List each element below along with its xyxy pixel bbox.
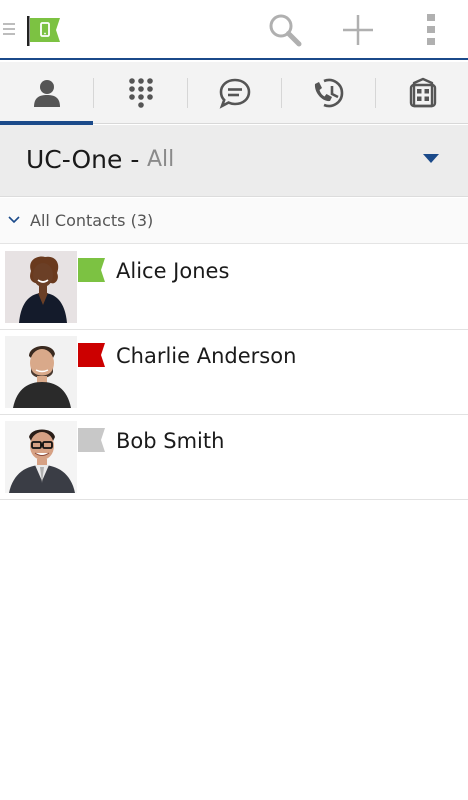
presence-flag-icon xyxy=(78,428,105,452)
contact-row[interactable]: Alice Jones xyxy=(0,245,468,330)
avatar xyxy=(5,336,77,408)
avatar xyxy=(5,421,77,493)
dialpad-icon xyxy=(128,78,153,108)
call-history-icon xyxy=(314,78,343,108)
presence-flag-icon xyxy=(78,343,105,367)
search-icon xyxy=(269,14,302,47)
directory-selector[interactable]: UC-One - All xyxy=(0,125,468,197)
contact-name: Bob Smith xyxy=(116,429,225,453)
tab-bar xyxy=(0,62,468,125)
building-icon xyxy=(409,77,436,108)
group-header[interactable]: All Contacts (3) xyxy=(0,198,468,244)
contact-name: Alice Jones xyxy=(116,259,230,283)
app-logo xyxy=(27,16,60,46)
add-contact-button[interactable] xyxy=(338,10,378,50)
search-button[interactable] xyxy=(265,10,305,50)
person-icon xyxy=(33,80,60,107)
overflow-menu-button[interactable] xyxy=(411,10,451,50)
overflow-icon xyxy=(427,14,435,45)
contact-row[interactable]: Charlie Anderson xyxy=(0,330,468,415)
group-label: All Contacts (3) xyxy=(30,211,154,230)
presence-flag-icon xyxy=(78,258,105,282)
chat-icon xyxy=(219,78,250,109)
tab-directory[interactable] xyxy=(376,62,468,124)
app-window: UC-One - All All Contacts (3) Alice Jone… xyxy=(0,0,468,800)
directory-filter: All xyxy=(147,147,175,172)
contact-name: Charlie Anderson xyxy=(116,344,297,368)
avatar xyxy=(5,251,77,323)
tab-call-history[interactable] xyxy=(282,62,375,124)
directory-title: UC-One - xyxy=(26,145,140,174)
add-icon xyxy=(343,15,373,45)
tab-chat[interactable] xyxy=(188,62,281,124)
action-bar xyxy=(0,0,468,60)
contact-row[interactable]: Bob Smith xyxy=(0,415,468,500)
dropdown-triangle-icon[interactable] xyxy=(423,154,439,164)
tab-contacts[interactable] xyxy=(0,62,93,125)
menu-icon[interactable] xyxy=(3,23,15,37)
tab-dialpad[interactable] xyxy=(94,62,187,124)
chevron-down-icon xyxy=(8,216,20,224)
